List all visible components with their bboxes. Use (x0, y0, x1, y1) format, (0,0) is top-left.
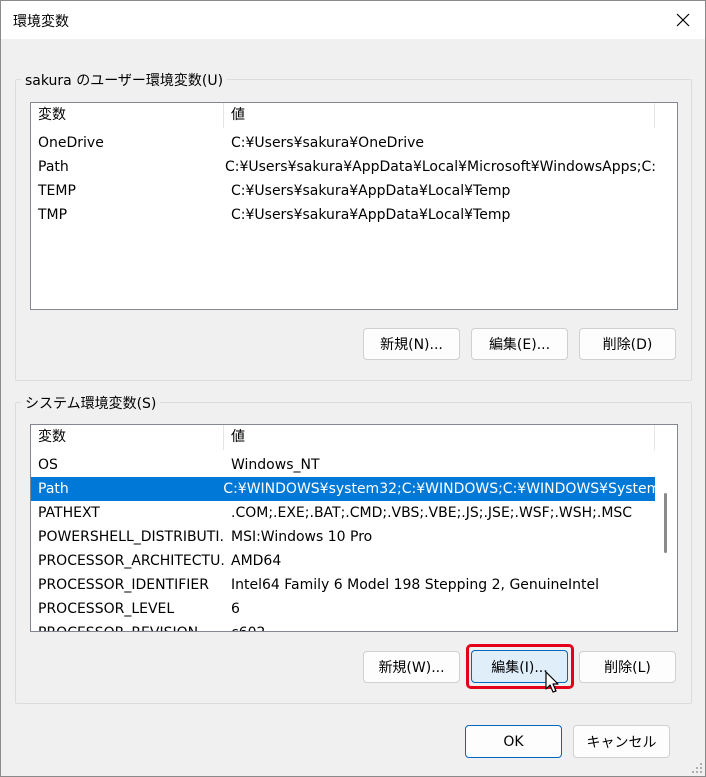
environment-variables-dialog: 環境変数 sakura のユーザー環境変数(U) 変数 値 OneDrive C… (0, 0, 706, 777)
variable-value: 6 (231, 601, 240, 617)
table-row[interactable]: TMP C:¥Users¥sakura¥AppData¥Local¥Temp (31, 203, 655, 227)
ok-button[interactable]: OK (465, 725, 562, 758)
user-variables-list[interactable]: 変数 値 OneDrive C:¥Users¥sakura¥OneDrive P… (30, 102, 678, 310)
table-row[interactable]: OneDrive C:¥Users¥sakura¥OneDrive (31, 131, 655, 155)
scroll-thumb[interactable] (664, 493, 667, 553)
variable-name: PATHEXT (38, 505, 100, 521)
table-row[interactable]: PATHEXT .COM;.EXE;.BAT;.CMD;.VBS;.VBE;.J… (31, 501, 655, 525)
variable-name: TMP (38, 207, 68, 223)
variable-name: PROCESSOR_REVISION (31, 621, 224, 631)
system-list-header: 変数 値 (31, 425, 655, 450)
window-title: 環境変数 (13, 14, 69, 30)
variable-name: Path (38, 481, 69, 497)
system-variables-label: システム環境変数(S) (21, 393, 161, 413)
table-row[interactable]: Path C:¥Users¥sakura¥AppData¥Local¥Micro… (31, 155, 655, 179)
table-row[interactable]: OS Windows_NT (31, 453, 655, 477)
system-variables-list[interactable]: 変数 値 OS Windows_NT Path C:¥WINDOWS¥syste… (30, 424, 678, 632)
column-header-variable[interactable]: 変数 (31, 425, 224, 450)
cancel-button[interactable]: キャンセル (573, 725, 670, 758)
close-button[interactable] (661, 1, 705, 39)
table-row[interactable]: POWERSHELL_DISTRIBUTI... MSI:Windows 10 … (31, 525, 655, 549)
user-list-header: 変数 値 (31, 103, 655, 128)
variable-name: OneDrive (38, 135, 104, 151)
variable-name: TEMP (38, 183, 76, 199)
variable-value: Intel64 Family 6 Model 198 Stepping 2, G… (231, 577, 600, 593)
system-new-button[interactable]: 新規(W)... (363, 651, 460, 683)
vertical-scrollbar[interactable] (655, 425, 676, 630)
table-row[interactable]: PROCESSOR_IDENTIFIER Intel64 Family 6 Mo… (31, 573, 655, 597)
column-header-value[interactable]: 値 (224, 103, 655, 128)
title-bar: 環境変数 (1, 1, 705, 39)
mouse-cursor-icon (545, 671, 559, 693)
variable-value: C:¥WINDOWS¥system32;C:¥WINDOWS;C:¥WINDOW… (223, 481, 655, 497)
table-row[interactable]: PROCESSOR_ARCHITECTU... AMD64 (31, 549, 655, 573)
table-row[interactable]: PROCESSOR_LEVEL 6 (31, 597, 655, 621)
system-delete-button[interactable]: 削除(L) (579, 651, 676, 683)
variable-value: c602 (224, 621, 265, 631)
variable-value: C:¥Users¥sakura¥AppData¥Local¥Temp (231, 183, 511, 199)
column-header-variable[interactable]: 変数 (31, 103, 224, 128)
user-delete-button[interactable]: 削除(D) (579, 328, 676, 360)
variable-value: MSI:Windows 10 Pro (231, 529, 373, 545)
variable-name: PROCESSOR_LEVEL (38, 601, 175, 617)
variable-name: POWERSHELL_DISTRIBUTI... (38, 529, 224, 545)
user-edit-button[interactable]: 編集(E)... (471, 328, 568, 360)
close-icon (676, 13, 690, 27)
variable-name: OS (38, 457, 58, 473)
table-row-selected[interactable]: Path C:¥WINDOWS¥system32;C:¥WINDOWS;C:¥W… (31, 477, 655, 501)
resize-grip-icon[interactable] (691, 762, 703, 774)
table-row[interactable]: PROCESSOR_REVISION c602 (31, 621, 655, 631)
table-row[interactable]: TEMP C:¥Users¥sakura¥AppData¥Local¥Temp (31, 179, 655, 203)
variable-name: PROCESSOR_ARCHITECTU... (38, 553, 224, 569)
variable-value: .COM;.EXE;.BAT;.CMD;.VBS;.VBE;.JS;.JSE;.… (231, 505, 633, 521)
column-header-value[interactable]: 値 (224, 425, 655, 450)
variable-value: C:¥Users¥sakura¥AppData¥Local¥Temp (231, 207, 511, 223)
user-new-button[interactable]: 新規(N)... (363, 328, 460, 360)
variable-value: AMD64 (231, 553, 282, 569)
user-variables-label: sakura のユーザー環境変数(U) (21, 70, 228, 90)
variable-value: C:¥Users¥sakura¥AppData¥Local¥Microsoft¥… (224, 159, 655, 175)
variable-value: C:¥Users¥sakura¥OneDrive (231, 135, 425, 151)
variable-name: PROCESSOR_IDENTIFIER (38, 577, 209, 593)
variable-name: Path (38, 159, 69, 175)
variable-value: Windows_NT (231, 457, 320, 473)
